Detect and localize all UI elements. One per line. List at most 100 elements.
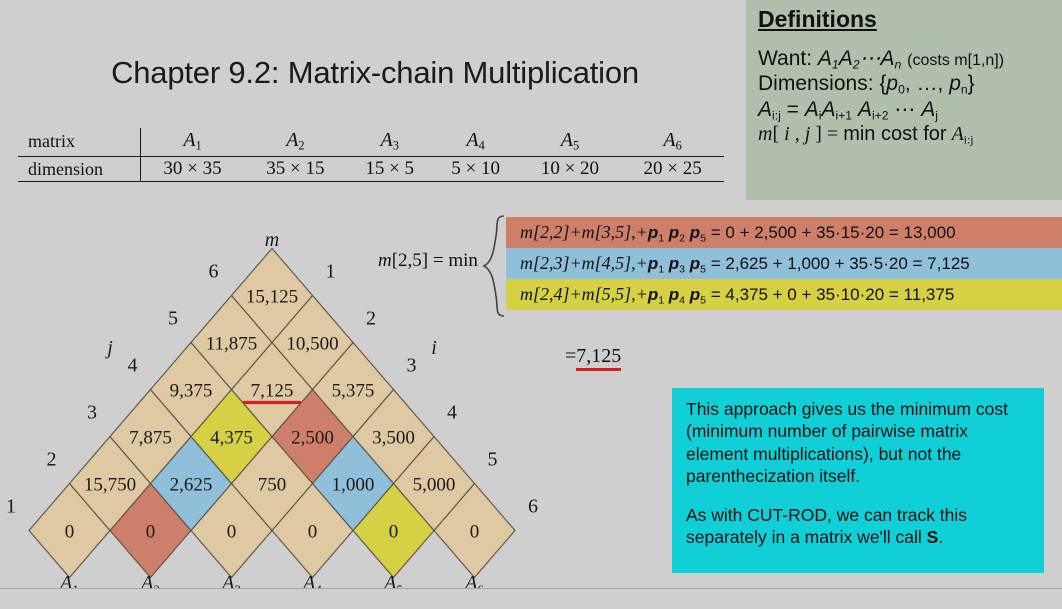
matrix-name-base: A [380,129,393,151]
definitions-line-aij: Ai:j = AiAi+1 Ai+2 ⋯ Aj [758,97,938,123]
pyramid-left-axis-number: 4 [128,355,138,377]
matrix-name-sub: 4 [478,138,485,153]
note-paragraph-2-post: . [938,526,944,547]
dp-cell-value: 11,875 [206,334,258,355]
equation-row: m[2,3]+m[4,5],+p1 p3 p5 = 2,625 + 1,000 … [506,248,1062,279]
table-row-label-matrix: matrix [18,128,141,157]
pyramid-left-axis-number: 2 [47,449,57,471]
table-cell-dimension: 30 × 35 [140,156,245,182]
dp-cell-value: 0 [470,522,480,543]
matrix-name-base: A [183,129,196,151]
table-data-row: dimension 30 × 35 35 × 15 15 × 5 5 × 10 … [18,156,724,182]
matrix-name-base: A [663,129,676,151]
note-box: This approach gives us the minimum cost … [672,388,1044,573]
minimization-equations: m[2,2]+m[3,5],+p1 p2 p5 = 0 + 2,500 + 35… [506,217,1062,310]
dp-cell-value: 15,125 [246,287,298,308]
want-chain: A1A2⋯An [817,47,902,72]
dp-table-pyramid: 0 0 0 0 0 0 15,750 2,625 750 1,000 5,000 7,875 4,375… [0,222,540,609]
p-subscript: 1 [658,232,665,245]
note-matrix-s: S [926,526,939,547]
matrix-name-sub: 1 [195,138,202,153]
matrix-name-base: A [466,129,479,151]
dp-cell-value: 3,500 [372,428,415,449]
table-cell-dimension: 15 × 5 [346,156,433,182]
pyramid-right-axis-number: 2 [366,308,376,330]
equation-row: m[2,4]+m[5,5],+p1 p4 p5 = 4,375 + 0 + 35… [506,279,1062,310]
matrix-name-sub: 3 [392,138,399,153]
pyramid-left-axis-number: 1 [6,496,16,518]
definitions-panel: Definitions Want: A1A2⋯An (costs m[1,n])… [746,0,1062,200]
pyramid-right-axis-number: 1 [326,261,336,283]
p-subscript: 5 [700,232,706,245]
definitions-heading: Definitions [758,6,877,32]
matrix-name-sub: 2 [298,138,305,153]
note-paragraph-2-pre: As with CUT-ROD, we can track this separ… [686,504,968,547]
dp-cell-value: 750 [258,475,287,496]
table-header-cell: A4 [433,128,519,157]
note-spacer [686,488,1030,504]
note-paragraph-2: As with CUT-ROD, we can track this separ… [686,504,1030,549]
dp-table-svg: 0 0 0 0 0 0 15,750 2,625 750 1,000 5,000 7,875 4,375… [6,229,538,597]
p-subscript: 5 [700,294,706,307]
minimization-result: =7,125 [565,345,622,371]
dp-cell-value: 4,375 [210,428,253,449]
definitions-line-want: Want: A1A2⋯An (costs m[1,n]) [758,47,1062,72]
p-subscript: 1 [658,294,665,307]
dp-cell-value: 2,500 [291,428,334,449]
p-subscript: 5 [700,263,706,276]
want-cost-note: (costs m[1,n]) [907,52,1005,69]
table-header-row: matrix A1 A2 A3 A4 A5 A6 [18,128,724,157]
pyramid-left-axis-number: 6 [209,261,219,283]
table-row-label-dimension: dimension [18,156,141,182]
pyramid-right-axis-number: 3 [407,355,417,377]
dp-cell-value: 7,125 [251,381,294,402]
dp-cell-value: 2,625 [170,475,213,496]
pyramid-right-axis-number: 4 [447,402,457,424]
table-header-cell: A5 [519,128,622,157]
table-cell-dimension: 5 × 10 [432,156,519,182]
want-prefix: Want: [758,47,818,70]
dp-cell-value: 0 [308,522,318,543]
dp-cell-value: 0 [389,522,399,543]
pyramid-left-axis-number: 5 [168,308,178,330]
result-prefix: = [565,345,577,367]
equation-rhs: = 2,625 + 1,000 + 35·5·20 = 7,125 [710,254,970,273]
matrix-name-base: A [560,129,573,151]
dp-cell-value: 7,875 [129,428,172,449]
dp-cell-value: 15,750 [84,475,136,496]
table-cell-dimension: 35 × 15 [244,156,347,182]
matrix-name-sub: 6 [675,138,682,153]
table-cell-dimension: 20 × 25 [621,156,724,182]
note-paragraph-1: This approach gives us the minimum cost … [686,399,1008,487]
p-subscript: 1 [658,263,665,276]
bottom-strip [0,589,1062,609]
table-header-cell: A2 [244,128,347,157]
table-cell-dimension: 10 × 20 [518,156,622,182]
matrix-name-sub: 5 [572,138,580,153]
table-header-cell: A1 [141,128,245,157]
definitions-line-m: m[ i , j ] = min cost for Ai:j [758,123,974,147]
dp-cell-value: 10,500 [286,334,338,355]
dp-cell-value: 9,375 [170,381,213,402]
dp-cell-value: 0 [146,522,156,543]
matrix-name-base: A [286,129,299,151]
dp-cell-value: 1,000 [332,475,375,496]
table-header-cell: A6 [621,128,724,157]
pyramid-right-axis-number: 6 [528,496,538,518]
p-subscript: 4 [679,294,686,307]
equation-row: m[2,2]+m[3,5],+p1 p2 p5 = 0 + 2,500 + 35… [506,217,1062,248]
equation-rhs: = 4,375 + 0 + 35·10·20 = 11,375 [710,285,955,304]
table-header-cell: A3 [347,128,433,157]
dp-cell-value: 5,000 [413,475,456,496]
pyramid-axis-label-i: i [431,337,437,359]
matrix-dimension-table: matrix A1 A2 A3 A4 A5 A6 dimension 30 × … [18,128,724,182]
p-subscript: 2 [679,232,686,245]
equation-rhs: = 0 + 2,500 + 35·15·20 = 13,000 [710,223,956,242]
pyramid-left-axis-number: 3 [87,402,97,424]
result-value: 7,125 [576,345,622,371]
pyramid-axis-label-j: j [104,337,113,359]
dp-cell-value: 0 [227,522,237,543]
pyramid-top-label-m: m [265,229,279,251]
p-subscript: 3 [679,263,686,276]
dp-cell-value: 0 [65,522,75,543]
